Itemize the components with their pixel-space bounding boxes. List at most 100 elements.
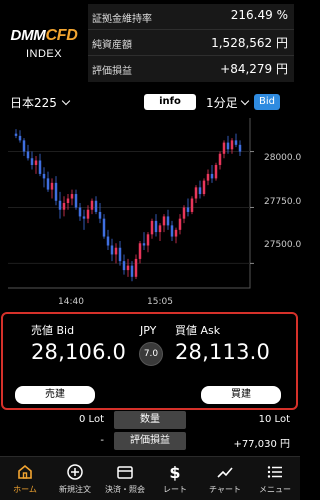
candle-body (174, 229, 178, 237)
candle-body (118, 247, 122, 262)
stat-value: 216.49 % (230, 8, 288, 22)
nav-label: 新規注文 (59, 485, 91, 494)
timeframe-selector[interactable]: 1分足 (206, 94, 249, 111)
chart-toolbar: 日本225 info 1分足 Bid (0, 90, 300, 114)
brand-main: DMM (10, 26, 46, 44)
svg-text:$: $ (169, 463, 180, 481)
candle-body (34, 160, 38, 165)
stat-label: 評価損益 (92, 66, 132, 77)
home-icon (18, 464, 32, 479)
y-tick-label: 28000.0 (264, 153, 302, 163)
sell-pl: - (100, 435, 104, 446)
candle-body (222, 142, 226, 154)
nav-label: ホーム (13, 485, 37, 494)
account-stats: 証拠金維持率 216.49 % 純資産額 1,528,562 円 評価損益 +8… (88, 4, 294, 82)
candlestick-chart (8, 118, 254, 289)
stat-label: 証拠金維持率 (92, 14, 152, 25)
nav-menu[interactable]: メニュー (250, 457, 300, 500)
candle-body (18, 135, 22, 141)
candle-body (114, 247, 118, 255)
stat-label: 純資産額 (92, 40, 132, 51)
x-tick-label: 15:05 (147, 297, 173, 307)
symbol-label: 日本225 (10, 96, 57, 110)
nav-chart[interactable]: チャート (200, 457, 250, 500)
brand-sub: INDEX (25, 47, 63, 60)
candle-body (82, 216, 86, 219)
candle-body (106, 236, 110, 246)
candle-body (26, 151, 30, 159)
candle-body (230, 140, 234, 150)
timeframe-label: 1分足 (206, 96, 238, 110)
price-chart[interactable]: 28000.0 27750.0 27500.0 14:40 15:05 (0, 116, 302, 308)
candle-body (178, 218, 182, 230)
symbol-selector[interactable]: 日本225 (10, 94, 71, 111)
candle-body (146, 234, 150, 246)
spread-badge: 7.0 (139, 342, 163, 366)
candle-body (14, 133, 18, 136)
candle-body (22, 140, 26, 152)
chevron-down-icon (61, 96, 71, 106)
y-tick-label: 27750.0 (264, 197, 302, 207)
bid-ask-toggle[interactable]: Bid (254, 94, 280, 110)
dmm-cfd-logo: DMMCFD INDEX (0, 0, 88, 86)
candle-body (202, 180, 206, 195)
buy-quantity: 10 Lot (258, 414, 290, 425)
candle-body (162, 216, 166, 226)
candle-body (66, 198, 70, 203)
candle-body (126, 265, 130, 271)
candle-body (198, 187, 202, 195)
nav-label: チャート (209, 485, 241, 494)
stat-margin-ratio: 証拠金維持率 216.49 % (88, 4, 294, 30)
chart-line-icon (217, 467, 233, 478)
position-pl-row: - 評価損益 +77,030 円 (0, 431, 300, 451)
nav-new-order[interactable]: 新規注文 (50, 457, 100, 500)
brand-accent: CFD (45, 26, 78, 44)
chevron-down-icon (240, 96, 249, 106)
candle-body (30, 158, 34, 165)
ask-label: 買値 Ask (175, 324, 221, 337)
stat-value: +84,279 円 (220, 62, 288, 76)
candle-body (158, 225, 162, 233)
candle-body (58, 200, 62, 210)
nav-label: 決済・照会 (105, 485, 145, 494)
nav-label: メニュー (259, 485, 291, 494)
nav-settlement[interactable]: 決済・照会 (100, 457, 150, 500)
candle-body (186, 207, 190, 212)
candle-body (70, 194, 74, 199)
sell-quantity: 0 Lot (79, 414, 104, 425)
candle-body (238, 144, 242, 152)
sell-button[interactable]: 売建 (15, 386, 95, 404)
candle-body (110, 245, 114, 255)
candle-body (46, 178, 50, 190)
stat-net-assets: 純資産額 1,528,562 円 (88, 30, 294, 56)
buy-button[interactable]: 買建 (201, 386, 281, 404)
nav-rate[interactable]: $ レート (150, 457, 200, 500)
candle-body (102, 218, 106, 237)
candle-body (226, 142, 230, 150)
quote-panel: 売値 Bid 買値 Ask JPY 28,106.0 7.0 28,113.0 … (1, 312, 298, 410)
candle-body (138, 243, 142, 259)
candle-body (54, 182, 58, 201)
candle-body (142, 243, 146, 246)
plot-frame (8, 118, 251, 289)
candle-body (50, 182, 54, 190)
candle-body (90, 200, 94, 210)
wallet-icon (117, 466, 133, 479)
candle-body (62, 203, 66, 210)
nav-home[interactable]: ホーム (0, 457, 50, 500)
candle-body (190, 198, 194, 212)
ask-price: 28,113.0 (175, 340, 271, 364)
candle-body (194, 187, 198, 199)
candle-body (214, 164, 218, 179)
buy-pl: +77,030 円 (233, 439, 290, 450)
nav-label: レート (163, 485, 187, 494)
candle-body (218, 153, 222, 165)
menu-icon (267, 466, 282, 478)
info-button[interactable]: info (144, 94, 196, 110)
candle-body (154, 220, 158, 233)
plus-circle-icon (67, 464, 83, 480)
stat-unrealized-pl: 評価損益 +84,279 円 (88, 56, 294, 82)
candle-body (122, 261, 126, 271)
bid-label: 売値 Bid (31, 324, 75, 337)
pl-label: 評価損益 (114, 432, 186, 450)
